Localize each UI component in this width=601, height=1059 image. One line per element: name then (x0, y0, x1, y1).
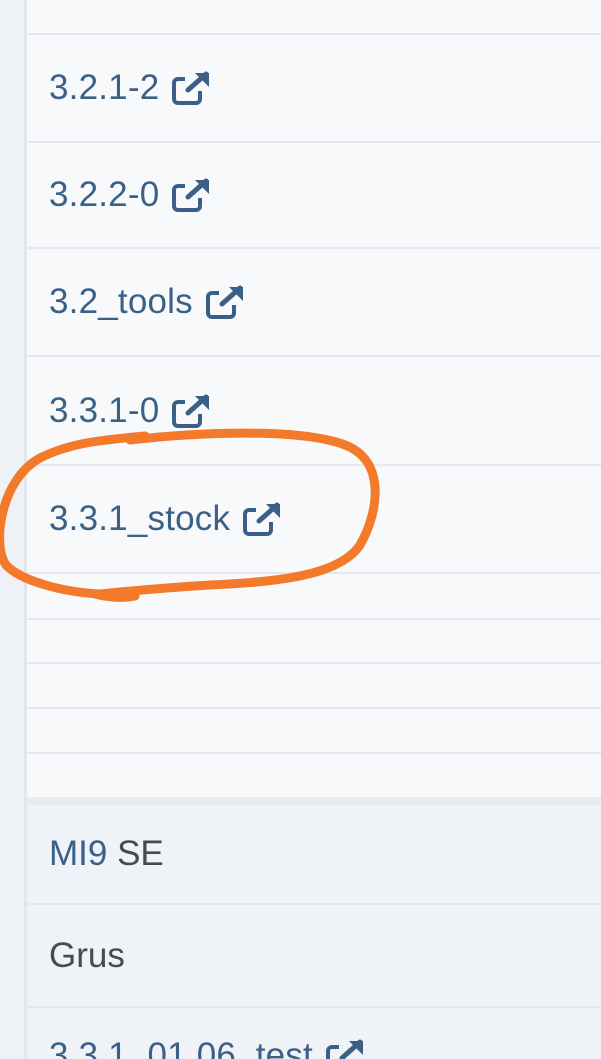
empty-row (27, 620, 601, 664)
external-link-icon (205, 284, 247, 320)
external-link-icon (171, 177, 213, 213)
device-codename-row: Grus (27, 905, 601, 1008)
version-link-label: 3.2_tools (49, 282, 193, 321)
empty-row (27, 574, 601, 620)
device-codename: Grus (49, 935, 125, 975)
page: 3.2.1-2 3.2.2-0 3.2_tools 3.3.1-0 3.3.1_… (0, 0, 601, 1059)
version-link-label: 3.3.1_stock (49, 499, 231, 538)
version-link[interactable]: 3.3.1_01.06_test (49, 1036, 367, 1059)
external-link-icon (242, 501, 284, 537)
table-row: 3.2_tools (27, 249, 601, 357)
external-link-icon (325, 1038, 367, 1059)
table-row-partial (27, 0, 601, 35)
version-link-label: 3.3.1-0 (49, 390, 160, 430)
table-row: 3.3.1-0 (27, 357, 601, 466)
section-separator (27, 797, 601, 805)
version-link-label: 3.2.1-2 (49, 68, 160, 107)
table-row: 3.3.1_stock (27, 466, 601, 574)
version-link[interactable]: 3.3.1_stock (49, 499, 284, 539)
device-model: MI9 SE (49, 834, 164, 874)
left-rail (0, 0, 24, 1059)
device-model-link[interactable]: MI9 (49, 834, 107, 873)
empty-row (27, 709, 601, 754)
external-link-icon (171, 393, 213, 429)
table-row: 3.2.1-2 (27, 35, 601, 143)
version-link[interactable]: 3.2.1-2 (49, 68, 213, 108)
empty-row (27, 664, 601, 709)
device-model-row: MI9 SE (27, 805, 601, 905)
version-link[interactable]: 3.2.2-0 (49, 175, 213, 215)
table-row: 3.2.2-0 (27, 143, 601, 249)
empty-row (27, 754, 601, 797)
device-model-suffix: SE (107, 834, 164, 873)
version-link-label: 3.2.2-0 (49, 175, 160, 214)
version-link[interactable]: 3.2_tools (49, 282, 247, 322)
version-link[interactable]: 3.3.1-0 (49, 391, 213, 431)
table-row-partial: 3.3.1_01.06_test (27, 1008, 601, 1059)
version-link-label: 3.3.1_01.06_test (49, 1036, 313, 1059)
external-link-icon (171, 70, 213, 106)
